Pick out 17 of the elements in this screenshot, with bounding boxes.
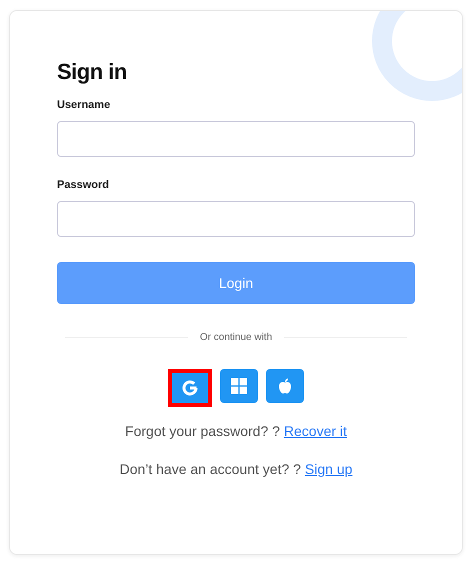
prompt-text: Forgot your password? ? [125, 423, 280, 439]
field-label: Password [57, 179, 109, 191]
form-title: Sign in [57, 59, 128, 85]
social-login-button[interactable] [220, 369, 258, 403]
apple-icon [278, 378, 292, 394]
social-login-button[interactable] [266, 369, 304, 403]
login-button[interactable]: Login [57, 262, 415, 304]
prompt-text: Don’t have an account yet? ? [120, 461, 301, 477]
text-link[interactable]: Recover it [284, 423, 347, 439]
input-field[interactable] [57, 201, 415, 237]
social-login-button[interactable] [168, 369, 212, 407]
input-field[interactable] [57, 121, 415, 157]
windows-icon [231, 378, 247, 394]
google-icon [182, 380, 198, 396]
field-label: Username [57, 99, 110, 111]
text-link[interactable]: Sign up [304, 461, 352, 477]
divider-text: Or continue with [200, 332, 272, 343]
